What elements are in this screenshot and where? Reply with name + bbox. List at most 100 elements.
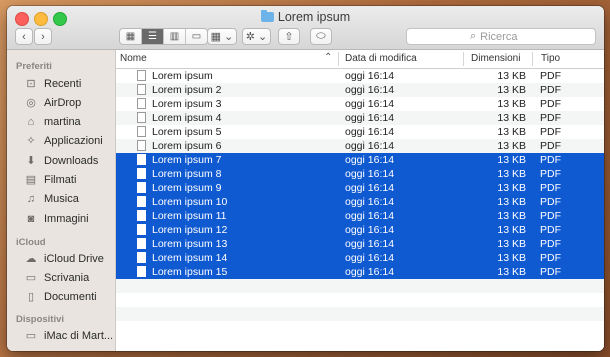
sidebar-item-imac[interactable]: ▭ iMac di Mart... — [24, 329, 113, 343]
action-button[interactable]: ✲ ⌄ — [242, 28, 271, 45]
sidebar-item-label: iCloud Drive — [44, 252, 104, 265]
table-row[interactable]: Lorem ipsum 6 oggi 16:14 13 KB PDF — [116, 139, 604, 153]
finder-window: Lorem ipsum ‹ › ▦ ☰ ▥ ▭ ▦ ⌄ ✲ ⌄ ⇧ ⬭ ⌕ Ri… — [7, 6, 604, 351]
column-view-button[interactable]: ▥ — [164, 29, 186, 44]
download-icon: ⬇ — [26, 155, 36, 167]
table-row[interactable]: Lorem ipsum 11 oggi 16:14 13 KB PDF — [116, 209, 604, 223]
file-size: 13 KB — [497, 238, 526, 250]
file-date: oggi 16:14 — [345, 154, 395, 166]
sidebar-item-martina[interactable]: ⌂ martina — [24, 115, 81, 128]
table-row[interactable]: Lorem ipsum 9 oggi 16:14 13 KB PDF — [116, 181, 604, 195]
sidebar-item-musica[interactable]: ♫ Musica — [24, 192, 79, 205]
pdf-file-icon — [137, 126, 146, 137]
file-date: oggi 16:14 — [345, 70, 395, 82]
sidebar-item-label: Recenti — [44, 77, 82, 90]
arrange-icon: ▦ ⌄ — [210, 31, 234, 43]
forward-button[interactable]: › — [34, 28, 52, 45]
file-date: oggi 16:14 — [345, 266, 395, 278]
file-size: 13 KB — [497, 210, 526, 222]
empty-row — [116, 279, 604, 293]
table-row[interactable]: Lorem ipsum 14 oggi 16:14 13 KB PDF — [116, 251, 604, 265]
file-name: Lorem ipsum — [152, 70, 213, 82]
column-name[interactable]: Nome — [120, 53, 147, 64]
column-date[interactable]: Data di modifica — [345, 53, 417, 64]
file-name: Lorem ipsum 7 — [152, 154, 222, 166]
table-row[interactable]: Lorem ipsum 3 oggi 16:14 13 KB PDF — [116, 97, 604, 111]
sidebar-item-immagini[interactable]: ◙ Immagini — [24, 212, 89, 225]
file-kind: PDF — [540, 238, 561, 250]
file-date: oggi 16:14 — [345, 196, 395, 208]
column-divider — [338, 52, 339, 66]
file-size: 13 KB — [497, 252, 526, 264]
pdf-file-icon — [137, 98, 146, 109]
share-button[interactable]: ⇧ — [278, 28, 300, 45]
sidebar-item-icloud-drive[interactable]: ☁ iCloud Drive — [24, 252, 104, 266]
table-row[interactable]: Lorem ipsum 12 oggi 16:14 13 KB PDF — [116, 223, 604, 237]
file-date: oggi 16:14 — [345, 112, 395, 124]
file-size: 13 KB — [497, 154, 526, 166]
window-title: Lorem ipsum — [7, 10, 604, 24]
pdf-file-icon — [137, 70, 146, 81]
search-field[interactable]: ⌕ Ricerca — [406, 28, 596, 45]
pdf-file-icon — [137, 112, 146, 123]
table-row[interactable]: Lorem ipsum 5 oggi 16:14 13 KB PDF — [116, 125, 604, 139]
file-date: oggi 16:14 — [345, 140, 395, 152]
document-icon: ▯ — [27, 291, 35, 303]
sidebar-item-scrivania[interactable]: ▭ Scrivania — [24, 271, 89, 285]
sidebar-item-recenti[interactable]: ⊡ Recenti — [24, 77, 82, 91]
sidebar-item-applicazioni[interactable]: ✧ Applicazioni — [24, 134, 102, 148]
file-name: Lorem ipsum 9 — [152, 182, 222, 194]
file-size: 13 KB — [497, 140, 526, 152]
empty-row — [116, 293, 604, 307]
search-icon: ⌕ — [470, 30, 477, 42]
file-kind: PDF — [540, 266, 561, 278]
pdf-file-icon — [137, 224, 146, 235]
sidebar-item-label: Documenti — [44, 290, 97, 303]
table-row[interactable]: Lorem ipsum 10 oggi 16:14 13 KB PDF — [116, 195, 604, 209]
file-date: oggi 16:14 — [345, 98, 395, 110]
gallery-view-button[interactable]: ▭ — [186, 29, 207, 44]
pdf-file-icon — [137, 168, 146, 179]
file-size: 13 KB — [497, 112, 526, 124]
table-row[interactable]: Lorem ipsum 2 oggi 16:14 13 KB PDF — [116, 83, 604, 97]
sidebar-item-airdrop[interactable]: ◎ AirDrop — [24, 96, 82, 110]
file-kind: PDF — [540, 126, 561, 138]
sidebar-item-label: AirDrop — [44, 96, 82, 109]
columns-icon: ▥ — [169, 31, 180, 42]
file-date: oggi 16:14 — [345, 182, 395, 194]
list-view-button[interactable]: ☰ — [142, 29, 164, 44]
sidebar-item-downloads[interactable]: ⬇ Downloads — [24, 154, 98, 168]
sidebar-item-label: Filmati — [44, 173, 77, 186]
sort-ascending-icon: ⌃ — [324, 52, 333, 63]
file-size: 13 KB — [497, 84, 526, 96]
list-icon: ☰ — [148, 31, 157, 42]
toolbar: Lorem ipsum ‹ › ▦ ☰ ▥ ▭ ▦ ⌄ ✲ ⌄ ⇧ ⬭ ⌕ Ri… — [7, 6, 604, 50]
table-row[interactable]: Lorem ipsum 15 oggi 16:14 13 KB PDF — [116, 265, 604, 279]
back-button[interactable]: ‹ — [15, 28, 33, 45]
icon-view-button[interactable]: ▦ — [120, 29, 142, 44]
file-name: Lorem ipsum 6 — [152, 140, 222, 152]
pdf-file-icon — [137, 266, 146, 277]
table-row[interactable]: Lorem ipsum 13 oggi 16:14 13 KB PDF — [116, 237, 604, 251]
column-kind[interactable]: Tipo — [541, 53, 560, 64]
file-kind: PDF — [540, 168, 561, 180]
file-date: oggi 16:14 — [345, 224, 395, 236]
column-header: Nome ⌃ Data di modifica Dimensioni Tipo — [116, 50, 604, 69]
file-date: oggi 16:14 — [345, 126, 395, 138]
file-date: oggi 16:14 — [345, 210, 395, 222]
table-row[interactable]: Lorem ipsum 8 oggi 16:14 13 KB PDF — [116, 167, 604, 181]
table-row[interactable]: Lorem ipsum 7 oggi 16:14 13 KB PDF — [116, 153, 604, 167]
pdf-file-icon — [137, 84, 146, 95]
camera-icon: ◙ — [27, 212, 35, 225]
column-size[interactable]: Dimensioni — [471, 53, 520, 64]
table-row[interactable]: Lorem ipsum oggi 16:14 13 KB PDF — [116, 69, 604, 83]
file-size: 13 KB — [497, 266, 526, 278]
table-row[interactable]: Lorem ipsum 4 oggi 16:14 13 KB PDF — [116, 111, 604, 125]
arrange-button[interactable]: ▦ ⌄ — [207, 28, 237, 45]
tags-button[interactable]: ⬭ — [310, 28, 332, 45]
file-kind: PDF — [540, 84, 561, 96]
sidebar-item-filmati[interactable]: ▤ Filmati — [24, 173, 77, 187]
file-size: 13 KB — [497, 224, 526, 236]
sidebar-item-documenti[interactable]: ▯ Documenti — [24, 290, 97, 304]
gear-icon: ✲ ⌄ — [245, 31, 268, 43]
